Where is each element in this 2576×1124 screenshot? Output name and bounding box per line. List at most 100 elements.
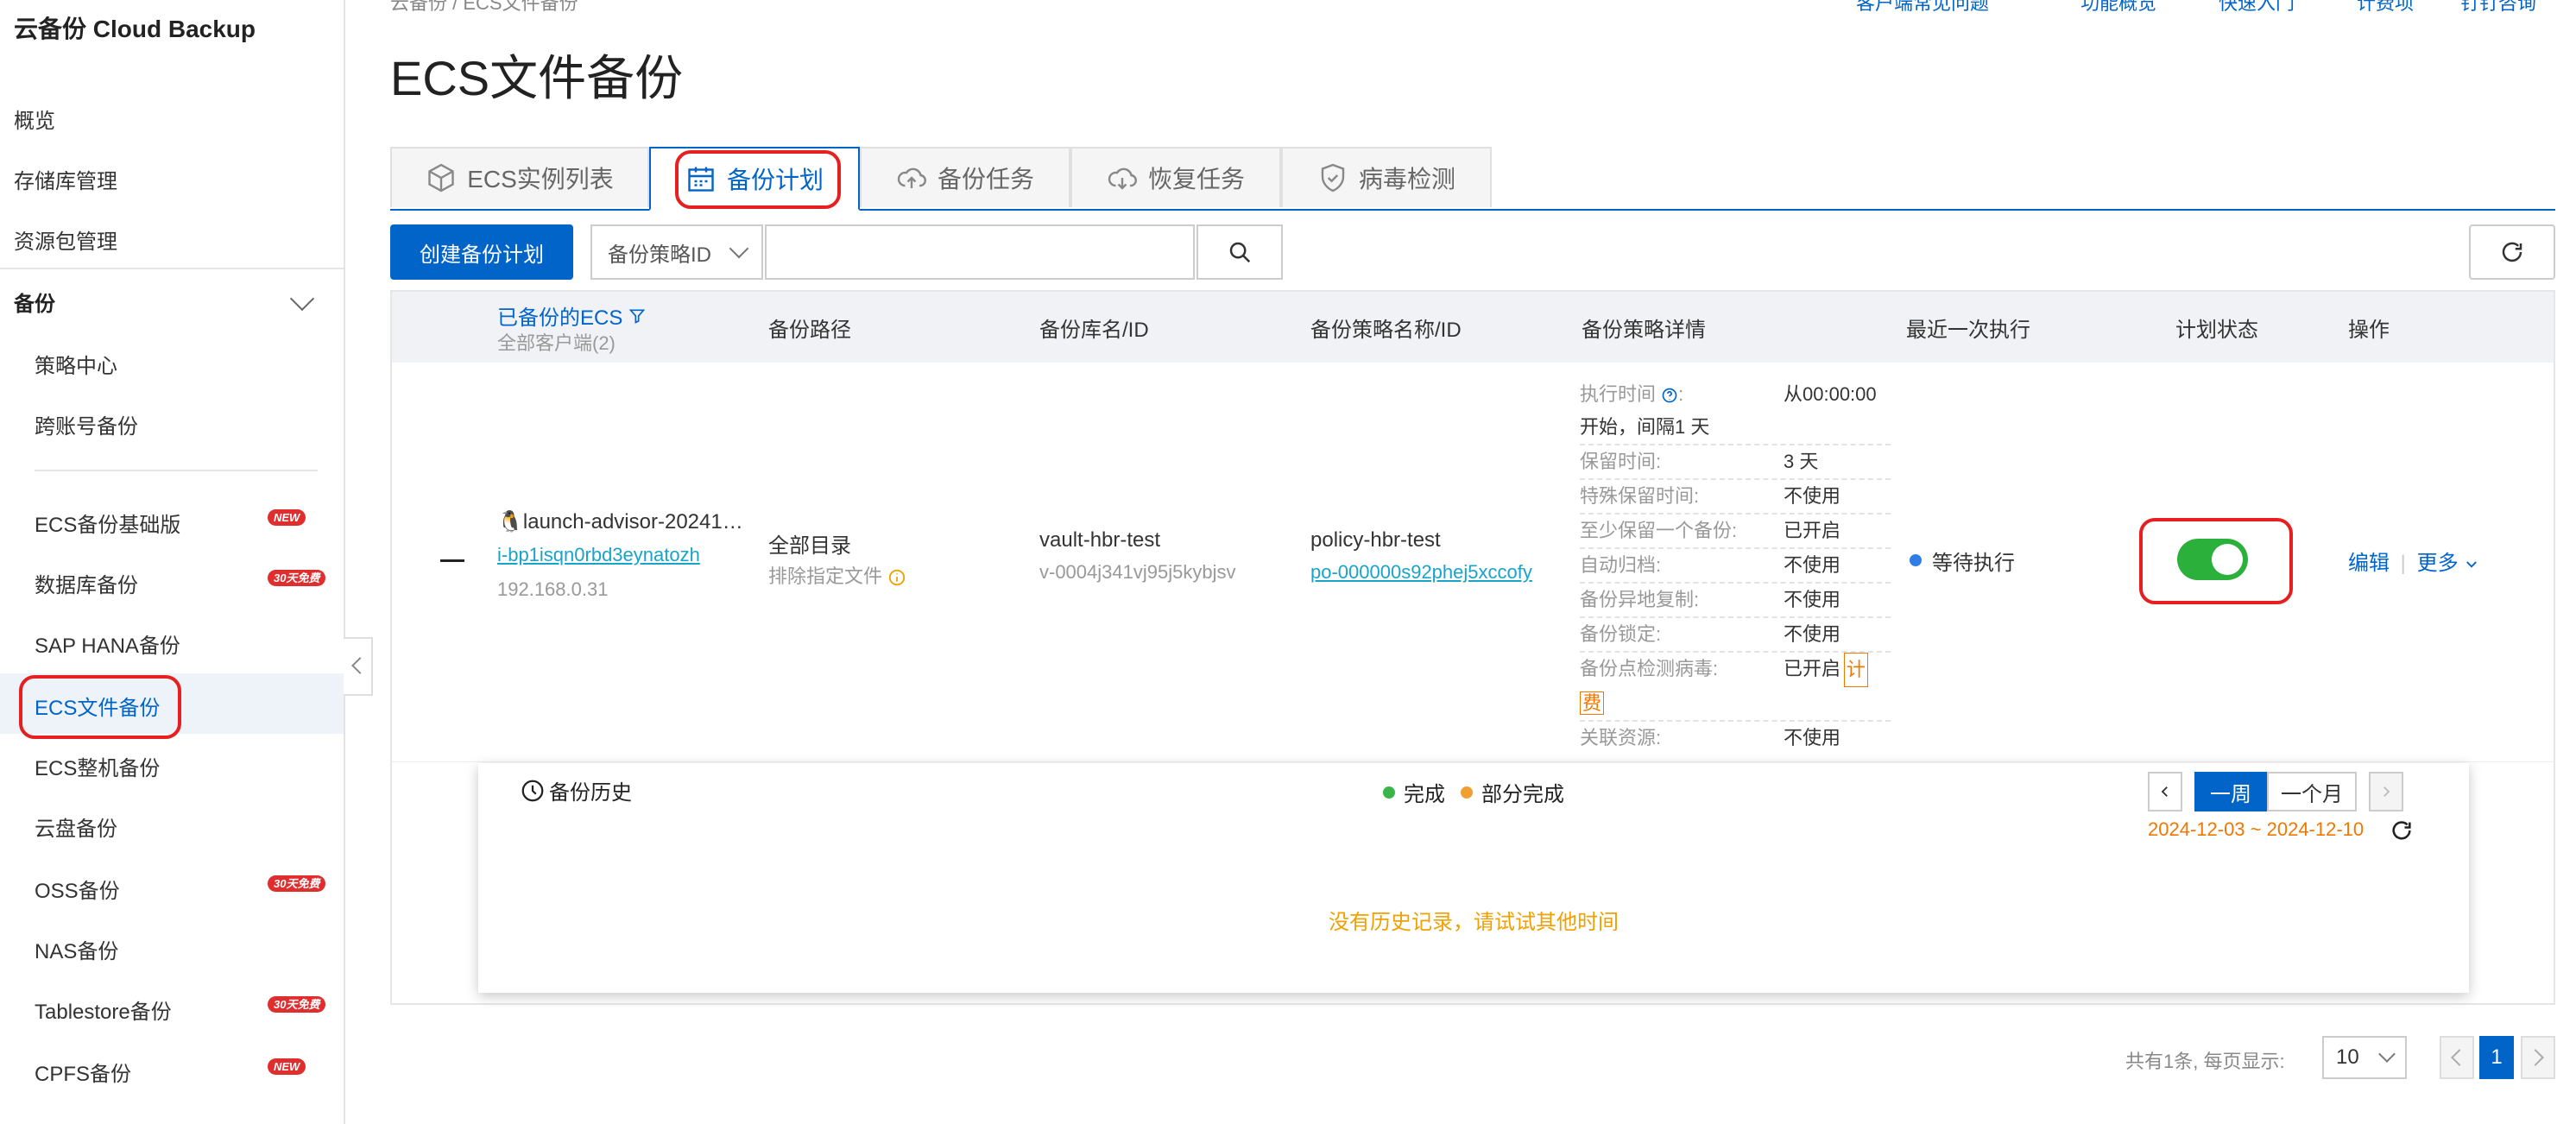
th-ecs-sub: 全部客户端(2) [497,332,616,354]
status-dot [1910,554,1922,566]
tab-backup-jobs[interactable]: 备份任务 [860,147,1070,207]
th-ecs[interactable]: 已备份的ECS [497,300,646,331]
ecs-ip: 192.168.0.31 [497,578,609,600]
cube-icon [428,163,454,193]
sidebar-item-nas[interactable]: NAS备份 [35,934,118,964]
vault-id: v-0004j341vj95j5kybjsv [1039,561,1236,583]
fee-tag[interactable]: 费 [1580,691,1605,715]
sidebar-item-overview[interactable]: 概览 [14,104,55,134]
top-link-overview[interactable]: 功能概览 [2080,0,2156,16]
detail-row: 备份异地复制: 不使用 [1580,584,1891,618]
sidebar: 云备份 Cloud Backup 概览 存储库管理 资源包管理 备份 策略中心 … [0,0,345,1124]
refresh-icon[interactable] [2390,818,2414,843]
search-icon [1229,242,1251,263]
current-page[interactable]: 1 [2479,1036,2514,1079]
policy-detail: 执行时间 : 从00:00:00 开始，间隔1 天 保留时间: 3 天 特殊保留时… [1580,378,1891,755]
filter-select[interactable]: 备份策略ID [590,224,763,280]
search-button[interactable] [1196,224,1283,280]
ecs-name: 🐧launch-advisor-20241… [497,510,743,534]
sidebar-item-ecs-basic[interactable]: ECS备份基础版 [35,508,180,538]
tab-label: 备份任务 [937,166,1034,193]
info-icon[interactable] [887,568,906,587]
history-month-button[interactable]: 一个月 [2267,772,2357,811]
history-week-button[interactable]: 一周 [2194,772,2267,811]
linux-icon: 🐧 [497,510,523,534]
policy-id-link[interactable]: po-000000s92phej5xccofy [1310,561,1532,584]
collapse-sidebar-button[interactable] [344,637,373,696]
breadcrumb[interactable]: 云备份 / ECS文件备份 [390,0,578,16]
page-size-select[interactable]: 10 [2322,1036,2407,1079]
sidebar-item-cross-account[interactable]: 跨账号备份 [35,409,138,439]
shield-check-icon [1321,163,1345,193]
sidebar-item-tablestore[interactable]: Tablestore备份 [35,995,172,1025]
top-link-quickstart[interactable]: 快速入门 [2219,0,2295,16]
sidebar-item-oss[interactable]: OSS备份 [35,874,120,904]
filter-select-value: 备份策略ID [608,243,711,267]
tab-label: 病毒检测 [1358,166,1455,193]
page-size-value: 10 [2336,1045,2359,1069]
tab-virus-scan[interactable]: 病毒检测 [1281,147,1492,207]
detail-row: 关联资源: 不使用 [1580,727,1841,748]
history-title: 备份历史 [520,775,632,805]
divider [35,470,318,471]
legend: 完成 部分完成 [1383,777,1564,807]
detail-row: 自动归档: 不使用 [1580,549,1891,584]
new-badge: NEW [268,1058,306,1075]
top-link-billing[interactable]: 计费项 [2357,0,2414,16]
sidebar-item-package[interactable]: 资源包管理 [14,224,117,255]
page-title: ECS文件备份 [390,51,684,105]
sidebar-item-disk[interactable]: 云盘备份 [35,811,117,842]
th-plan-state: 计划状态 [2175,319,2258,342]
next-page-button[interactable] [2521,1036,2555,1079]
th-detail: 备份策略详情 [1582,319,1706,342]
detail-row: 特殊保留时间: 不使用 [1580,480,1891,515]
ecs-id-link[interactable]: i-bp1isqn0rbd3eynatozh [497,544,700,566]
fee-tag[interactable]: 计 [1844,653,1869,687]
tab-ecs-instances[interactable]: ECS实例列表 [390,147,649,207]
search-input[interactable] [765,224,1195,280]
table-header: 已备份的ECS 全部客户端(2) 备份路径 备份库名/ID 备份策略名称/ID … [392,292,2554,363]
backup-path: 全部目录 [768,534,851,558]
filter-icon[interactable] [628,307,646,325]
chevron-down-icon [2466,560,2478,568]
vault-name: vault-hbr-test [1039,528,1161,552]
sidebar-item-vault[interactable]: 存储库管理 [14,164,117,194]
divider [0,268,344,269]
detail-row: 备份锁定: 不使用 [1580,618,1891,653]
tab-label: ECS实例列表 [467,166,614,193]
edit-link[interactable]: 编辑 [2348,552,2390,575]
th-path: 备份路径 [768,319,851,342]
free-badge: 30天免费 [268,996,326,1013]
history-next-button[interactable] [2369,772,2403,811]
sidebar-item-sap-hana[interactable]: SAP HANA备份 [35,628,180,659]
tabs-bar: ECS实例列表 备份计划 备份任务 恢复任务 病毒检测 [390,147,2555,211]
create-backup-plan-button[interactable]: 创建备份计划 [390,224,573,280]
legend-partial: 部分完成 [1481,783,1564,806]
history-prev-button[interactable] [2148,772,2182,811]
sidebar-item-policy-center[interactable]: 策略中心 [35,349,117,379]
top-link-dingtalk[interactable]: 钉钉咨询 [2460,0,2536,16]
chevron-left-icon [2161,786,2168,797]
sidebar-item-cpfs[interactable]: CPFS备份 [35,1057,131,1087]
th-vault: 备份库名/ID [1039,319,1149,342]
chevron-right-icon [2383,786,2390,797]
cloud-download-icon [1108,167,1137,190]
tab-restore-jobs[interactable]: 恢复任务 [1070,147,1281,207]
detail-row: 至少保留一个备份: 已开启 [1580,515,1891,549]
collapse-row-icon[interactable] [440,559,464,562]
chevron-down-icon[interactable] [289,286,315,312]
top-link-faq[interactable]: 客户端常见问题 [1856,0,1989,16]
th-last-exec: 最近一次执行 [1906,319,2030,342]
sidebar-group-backup[interactable]: 备份 [14,287,55,317]
tab-label: 恢复任务 [1147,166,1245,193]
more-link[interactable]: 更多 [2417,552,2459,575]
prev-page-button[interactable] [2440,1036,2474,1079]
help-icon[interactable] [1661,387,1678,404]
new-badge: NEW [268,509,306,526]
sidebar-item-ecs-whole[interactable]: ECS整机备份 [35,751,160,781]
backup-history-panel: 备份历史 完成 部分完成 一周 一个月 2024-12-03 ~ 2024-12… [478,763,2469,993]
sidebar-item-database[interactable]: 数据库备份 [35,568,138,598]
exclude-files: 排除指定文件 [768,561,906,589]
th-ecs-label: 已备份的ECS [497,306,623,330]
refresh-button[interactable] [2469,224,2555,280]
